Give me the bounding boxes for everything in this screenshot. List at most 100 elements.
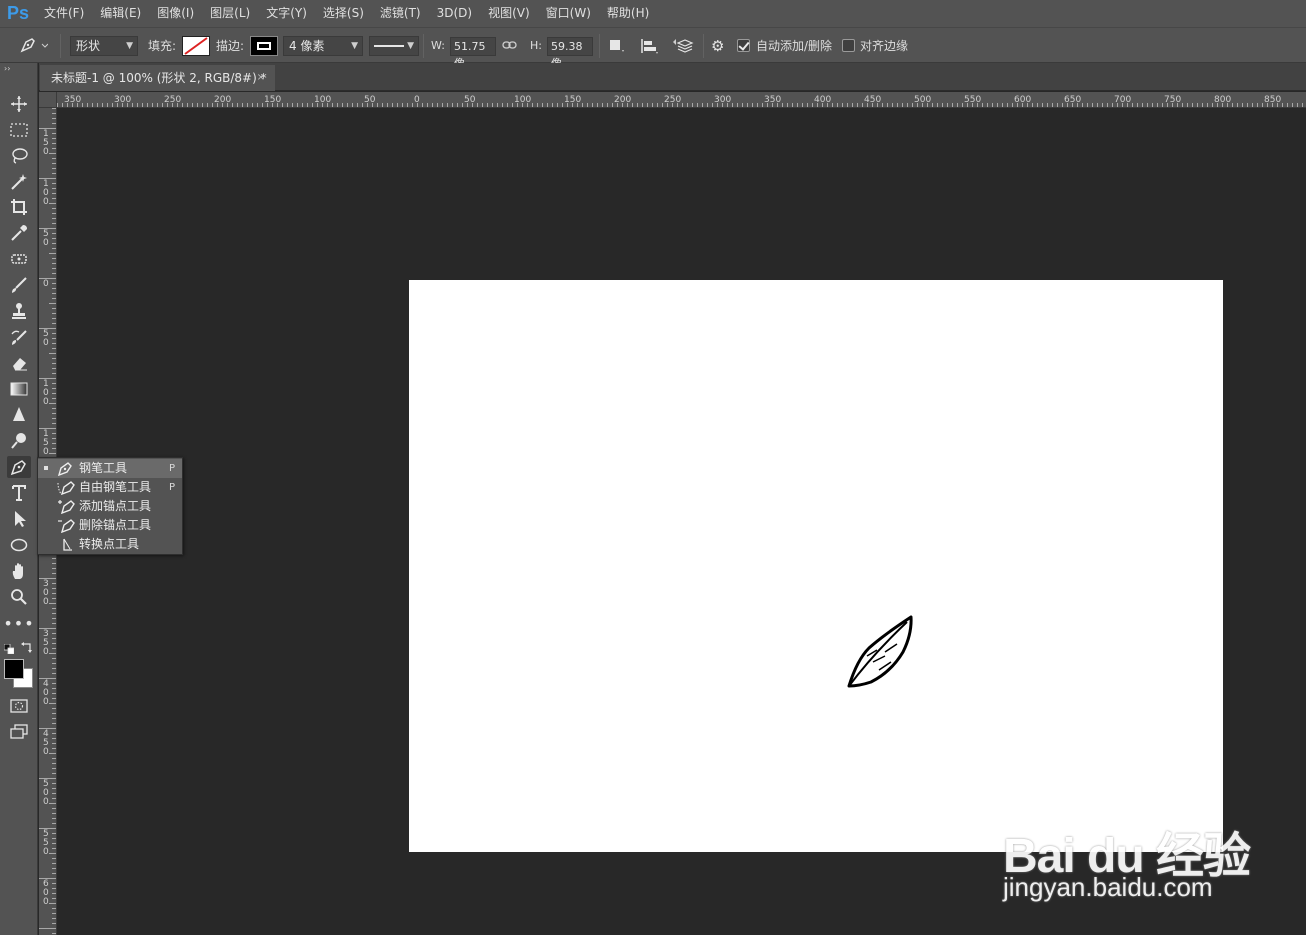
menu-window[interactable]: 窗口(W): [538, 0, 599, 27]
default-colors-icon[interactable]: [3, 643, 15, 655]
ruler-tick: [757, 103, 758, 107]
history-brush-icon: [11, 330, 27, 345]
ruler-tick: [942, 103, 943, 107]
stroke-type-select[interactable]: ▼: [369, 36, 419, 56]
ruler-label: 50: [364, 95, 376, 105]
stroke-label: 描边:: [216, 39, 245, 53]
healing-brush-tool[interactable]: [7, 248, 31, 270]
auto-add-delete-checkbox[interactable]: [737, 39, 750, 52]
ruler-tick: [657, 103, 658, 107]
ruler-tick: [52, 833, 56, 834]
dodge-tool[interactable]: [7, 430, 31, 452]
ruler-label: 400: [814, 95, 832, 105]
document-tab[interactable]: 未标题-1 @ 100% (形状 2, RGB/8#) * ×: [40, 65, 275, 91]
path-alignment-icon[interactable]: [640, 38, 660, 54]
ruler-tick: [1287, 103, 1288, 107]
pen-tool[interactable]: [7, 456, 31, 478]
edit-toolbar[interactable]: •••: [3, 612, 33, 634]
menu-filter[interactable]: 滤镜(T): [372, 0, 429, 27]
clone-stamp-tool[interactable]: [7, 300, 31, 322]
ruler-tick: [782, 103, 783, 107]
fill-label: 填充:: [148, 39, 177, 53]
menu-view[interactable]: 视图(V): [480, 0, 538, 27]
move-tool[interactable]: [7, 93, 31, 115]
magic-wand-tool[interactable]: [7, 171, 31, 193]
menu-select[interactable]: 选择(S): [315, 0, 372, 27]
more-icon: •••: [3, 613, 35, 633]
flyout-item-pen[interactable]: 钢笔工具 P: [38, 459, 182, 478]
rectangle-marquee-icon: [10, 123, 28, 137]
menu-edit[interactable]: 编辑(E): [92, 0, 149, 27]
menu-image[interactable]: 图像(I): [149, 0, 202, 27]
ruler-tick: [1052, 103, 1053, 107]
ruler-tick: [52, 593, 56, 594]
fill-swatch[interactable]: [182, 36, 210, 56]
eraser-tool[interactable]: [7, 352, 31, 374]
close-icon[interactable]: ×: [257, 65, 265, 91]
crop-tool[interactable]: [7, 196, 31, 218]
menu-layer[interactable]: 图层(L): [202, 0, 258, 27]
no-fill-icon: [184, 37, 208, 55]
menu-file[interactable]: 文件(F): [36, 0, 92, 27]
path-selection-tool[interactable]: [7, 508, 31, 530]
ruler-corner[interactable]: [39, 92, 57, 108]
ruler-tick: [157, 103, 158, 107]
ruler-tick: [52, 418, 56, 419]
ruler-tick: [857, 103, 858, 107]
ruler-tick: [52, 348, 56, 349]
ruler-tick: [1087, 103, 1088, 107]
ruler-label: 600: [1014, 95, 1032, 105]
horizontal-ruler[interactable]: 350 300 250 200 150 100 50 0 50 100 150 200 250 300 35…: [57, 92, 1306, 108]
gear-icon[interactable]: ⚙: [711, 37, 731, 55]
align-edges-checkbox[interactable]: [842, 39, 855, 52]
ruler-tick: [52, 558, 56, 559]
eyedropper-tool[interactable]: [7, 222, 31, 244]
menu-help[interactable]: 帮助(H): [599, 0, 657, 27]
ruler-tick: [52, 883, 56, 884]
link-icon[interactable]: [502, 39, 518, 51]
stroke-preview-icon: [257, 42, 271, 50]
ruler-tick: [52, 288, 56, 289]
marquee-tool[interactable]: [7, 119, 31, 141]
ruler-tick: [52, 683, 56, 684]
tools-panel: ›› •••: [0, 63, 38, 935]
ruler-tick: [1262, 103, 1263, 107]
stroke-width-select[interactable]: 4 像素 ▼: [283, 36, 363, 56]
flyout-item-add-anchor[interactable]: 添加锚点工具: [38, 497, 182, 516]
type-tool[interactable]: [7, 482, 31, 504]
hand-tool[interactable]: [7, 560, 31, 582]
screen-mode-button[interactable]: [7, 721, 31, 743]
path-operations-icon[interactable]: [609, 39, 625, 53]
ruler-tick: [812, 103, 813, 107]
tool-mode-select[interactable]: 形状 ▼: [70, 36, 138, 56]
quick-mask-button[interactable]: [7, 695, 31, 717]
panel-collapse-icon[interactable]: ››: [4, 64, 10, 73]
brush-tool[interactable]: [7, 274, 31, 296]
width-field[interactable]: 51.75 像: [450, 37, 496, 70]
history-brush-tool[interactable]: [7, 326, 31, 348]
ruler-tick: [947, 103, 948, 107]
menu-3d[interactable]: 3D(D): [429, 0, 480, 27]
ruler-tick: [1252, 103, 1253, 107]
document-canvas[interactable]: [409, 280, 1223, 852]
flyout-item-freeform-pen[interactable]: 自由钢笔工具 P: [38, 478, 182, 497]
ellipse-tool[interactable]: [7, 534, 31, 556]
foreground-color-swatch[interactable]: [4, 659, 24, 679]
lasso-tool[interactable]: [7, 145, 31, 167]
type-icon: [12, 485, 26, 501]
path-arrangement-icon[interactable]: [671, 37, 695, 55]
swap-colors-icon[interactable]: [21, 641, 33, 653]
menu-type[interactable]: 文字(Y): [258, 0, 315, 27]
ruler-tick: [52, 698, 56, 699]
zoom-tool[interactable]: [7, 586, 31, 608]
stroke-swatch[interactable]: [250, 36, 278, 56]
blur-tool[interactable]: [7, 404, 31, 426]
flyout-item-delete-anchor[interactable]: 删除锚点工具: [38, 516, 182, 535]
gradient-tool[interactable]: [7, 378, 31, 400]
ruler-tick: [52, 633, 56, 634]
ruler-tick: [52, 163, 56, 164]
height-field[interactable]: 59.38 像: [547, 37, 593, 70]
flyout-item-convert-point[interactable]: 转换点工具: [38, 535, 182, 554]
tool-preset-picker[interactable]: [18, 28, 48, 64]
ruler-tick: [602, 103, 603, 107]
